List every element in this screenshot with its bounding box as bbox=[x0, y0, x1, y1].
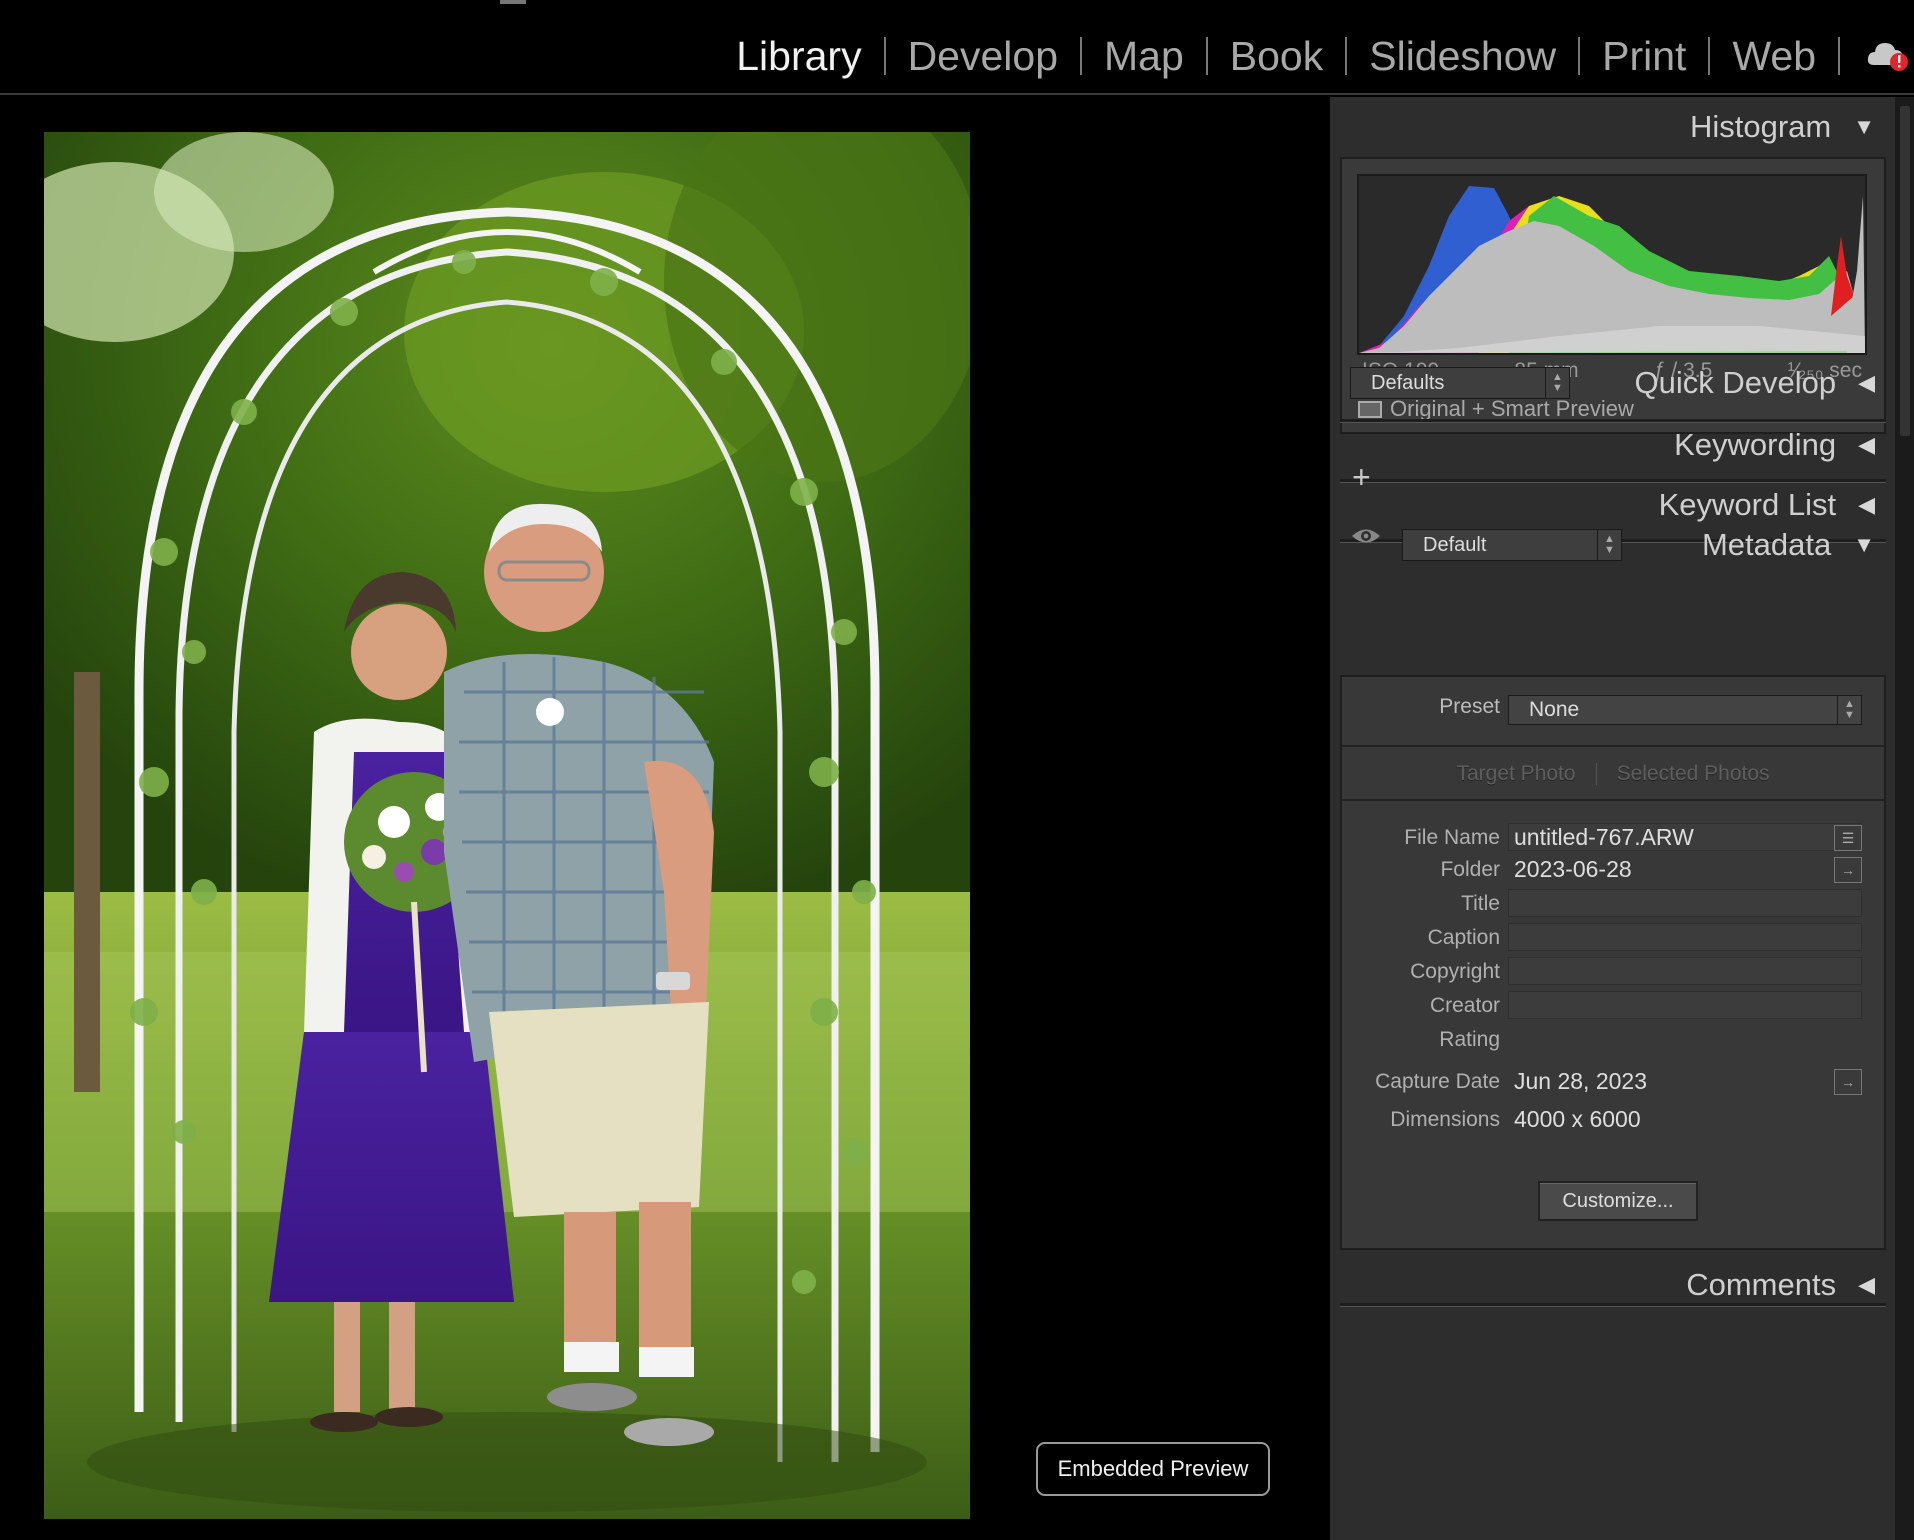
module-separator bbox=[1838, 37, 1840, 75]
capture-date-label: Capture Date bbox=[1375, 1070, 1500, 1093]
histogram-title: Histogram bbox=[1689, 109, 1832, 144]
rating-row: Rating bbox=[1342, 1025, 1884, 1055]
module-list: Library Develop Map Book Slideshow Print… bbox=[714, 26, 1840, 86]
keyword-list-title: Keyword List bbox=[1658, 487, 1837, 522]
keywording-header[interactable]: Keywording ◀ bbox=[1674, 427, 1875, 463]
quick-develop-header[interactable]: Quick Develop ◀ bbox=[1634, 365, 1875, 401]
panel-divider bbox=[1340, 1303, 1886, 1307]
rating-label: Rating bbox=[1439, 1028, 1500, 1051]
preset-label: Preset bbox=[1439, 695, 1500, 718]
comments-header[interactable]: Comments ◀ bbox=[1686, 1267, 1875, 1303]
metadata-preset-value: None bbox=[1529, 698, 1580, 721]
file-name-label: File Name bbox=[1404, 826, 1500, 849]
title-row: Title bbox=[1342, 889, 1884, 919]
smart-preview-icon bbox=[1358, 400, 1382, 418]
module-picker: Library Develop Map Book Slideshow Print… bbox=[0, 0, 1914, 95]
loupe-view: Embedded Preview bbox=[0, 97, 1330, 1540]
arrow-right-icon[interactable]: → bbox=[1834, 857, 1862, 883]
module-map[interactable]: Map bbox=[1082, 26, 1206, 86]
cloud-sync-error-icon[interactable] bbox=[1866, 37, 1910, 71]
photo-preview[interactable] bbox=[44, 132, 970, 1519]
title-label: Title bbox=[1461, 892, 1500, 915]
folder-label: Folder bbox=[1440, 858, 1500, 881]
top-panel-toggle[interactable] bbox=[500, 0, 526, 4]
quick-develop-title: Quick Develop bbox=[1634, 365, 1837, 400]
dimensions-value: 4000 x 6000 bbox=[1514, 1106, 1641, 1132]
metadata-view-value: Default bbox=[1423, 534, 1487, 556]
creator-field[interactable] bbox=[1508, 991, 1862, 1019]
title-field[interactable] bbox=[1508, 889, 1862, 917]
panel-scrollbar-thumb[interactable] bbox=[1900, 106, 1910, 436]
creator-row: Creator bbox=[1342, 991, 1884, 1021]
histogram-header[interactable]: Histogram ▼ bbox=[1690, 109, 1875, 145]
collapsed-triangle-icon: ◀ bbox=[1858, 1272, 1875, 1297]
comments-title: Comments bbox=[1686, 1267, 1837, 1302]
metadata-preset-select[interactable]: None ▲ ▼ bbox=[1508, 695, 1862, 725]
keyword-list-header[interactable]: Keyword List ◀ bbox=[1659, 487, 1875, 523]
module-print[interactable]: Print bbox=[1580, 26, 1708, 86]
panel-divider bbox=[1340, 479, 1886, 483]
copyright-field[interactable] bbox=[1508, 957, 1862, 985]
module-develop[interactable]: Develop bbox=[886, 26, 1080, 86]
caption-row: Caption bbox=[1342, 923, 1884, 953]
collapsed-triangle-icon: ◀ bbox=[1858, 370, 1875, 395]
plus-icon[interactable]: + bbox=[1352, 459, 1371, 496]
file-name-value: untitled-767.ARW bbox=[1514, 824, 1694, 850]
target-photo-option[interactable]: Target Photo bbox=[1456, 762, 1575, 786]
module-slideshow[interactable]: Slideshow bbox=[1347, 26, 1578, 86]
arrow-right-icon[interactable]: → bbox=[1834, 1069, 1862, 1095]
folder-value: 2023-06-28 bbox=[1514, 856, 1632, 882]
customize-button[interactable]: Customize... bbox=[1538, 1181, 1698, 1221]
metadata-header[interactable]: Metadata ▼ bbox=[1702, 527, 1875, 563]
selected-photos-option[interactable]: Selected Photos bbox=[1617, 762, 1770, 786]
right-panel: Histogram ▼ ISO 100 85 mm ƒ / 3.5 ¹⁄₂₅₀ … bbox=[1330, 97, 1895, 1540]
module-web[interactable]: Web bbox=[1710, 26, 1838, 86]
histogram-graph[interactable] bbox=[1357, 174, 1867, 355]
expanded-triangle-icon: ▼ bbox=[1853, 114, 1875, 139]
keywording-title: Keywording bbox=[1674, 427, 1837, 462]
expanded-triangle-icon: ▼ bbox=[1853, 532, 1875, 557]
wedding-couple-photo bbox=[44, 132, 970, 1519]
module-book[interactable]: Book bbox=[1208, 26, 1345, 86]
stepper-arrows-icon: ▲ ▼ bbox=[1837, 696, 1861, 724]
metadata-title: Metadata bbox=[1701, 527, 1832, 562]
copyright-label: Copyright bbox=[1410, 960, 1500, 983]
embedded-preview-badge: Embedded Preview bbox=[1036, 1442, 1270, 1496]
metadata-preset-row: Preset None ▲ ▼ bbox=[1342, 677, 1884, 747]
quick-develop-preset-value: Defaults bbox=[1371, 372, 1445, 394]
copyright-row: Copyright bbox=[1342, 957, 1884, 987]
dimensions-label: Dimensions bbox=[1390, 1108, 1500, 1131]
toggle-separator bbox=[1595, 763, 1597, 785]
dimensions-row: Dimensions 4000 x 6000 bbox=[1342, 1105, 1884, 1135]
stepper-arrows-icon: ▲ ▼ bbox=[1545, 368, 1569, 398]
creator-label: Creator bbox=[1429, 994, 1500, 1017]
capture-date-row: Capture Date Jun 28, 2023 → bbox=[1342, 1067, 1884, 1097]
collapsed-triangle-icon: ◀ bbox=[1858, 432, 1875, 457]
metadata-view-select[interactable]: Default ▲ ▼ bbox=[1402, 529, 1622, 561]
list-icon[interactable]: ☰ bbox=[1834, 825, 1862, 851]
histogram-curves bbox=[1359, 186, 1865, 353]
collapsed-triangle-icon: ◀ bbox=[1858, 492, 1875, 517]
metadata-panel: Preset None ▲ ▼ Target Photo Selected Pho… bbox=[1340, 675, 1886, 1250]
caption-label: Caption bbox=[1427, 926, 1500, 949]
caption-field[interactable] bbox=[1508, 923, 1862, 951]
module-library[interactable]: Library bbox=[714, 26, 883, 86]
metadata-target-toggle: Target Photo Selected Photos bbox=[1342, 749, 1884, 801]
file-name-row: File Name untitled-767.ARW ☰ bbox=[1342, 823, 1884, 853]
stepper-arrows-icon: ▲ ▼ bbox=[1597, 530, 1621, 560]
quick-develop-preset-select[interactable]: Defaults ▲ ▼ bbox=[1350, 367, 1570, 399]
capture-date-value: Jun 28, 2023 bbox=[1514, 1068, 1648, 1094]
eye-icon[interactable] bbox=[1350, 525, 1382, 547]
panel-divider bbox=[1340, 419, 1886, 423]
folder-row: Folder 2023-06-28 → bbox=[1342, 855, 1884, 885]
